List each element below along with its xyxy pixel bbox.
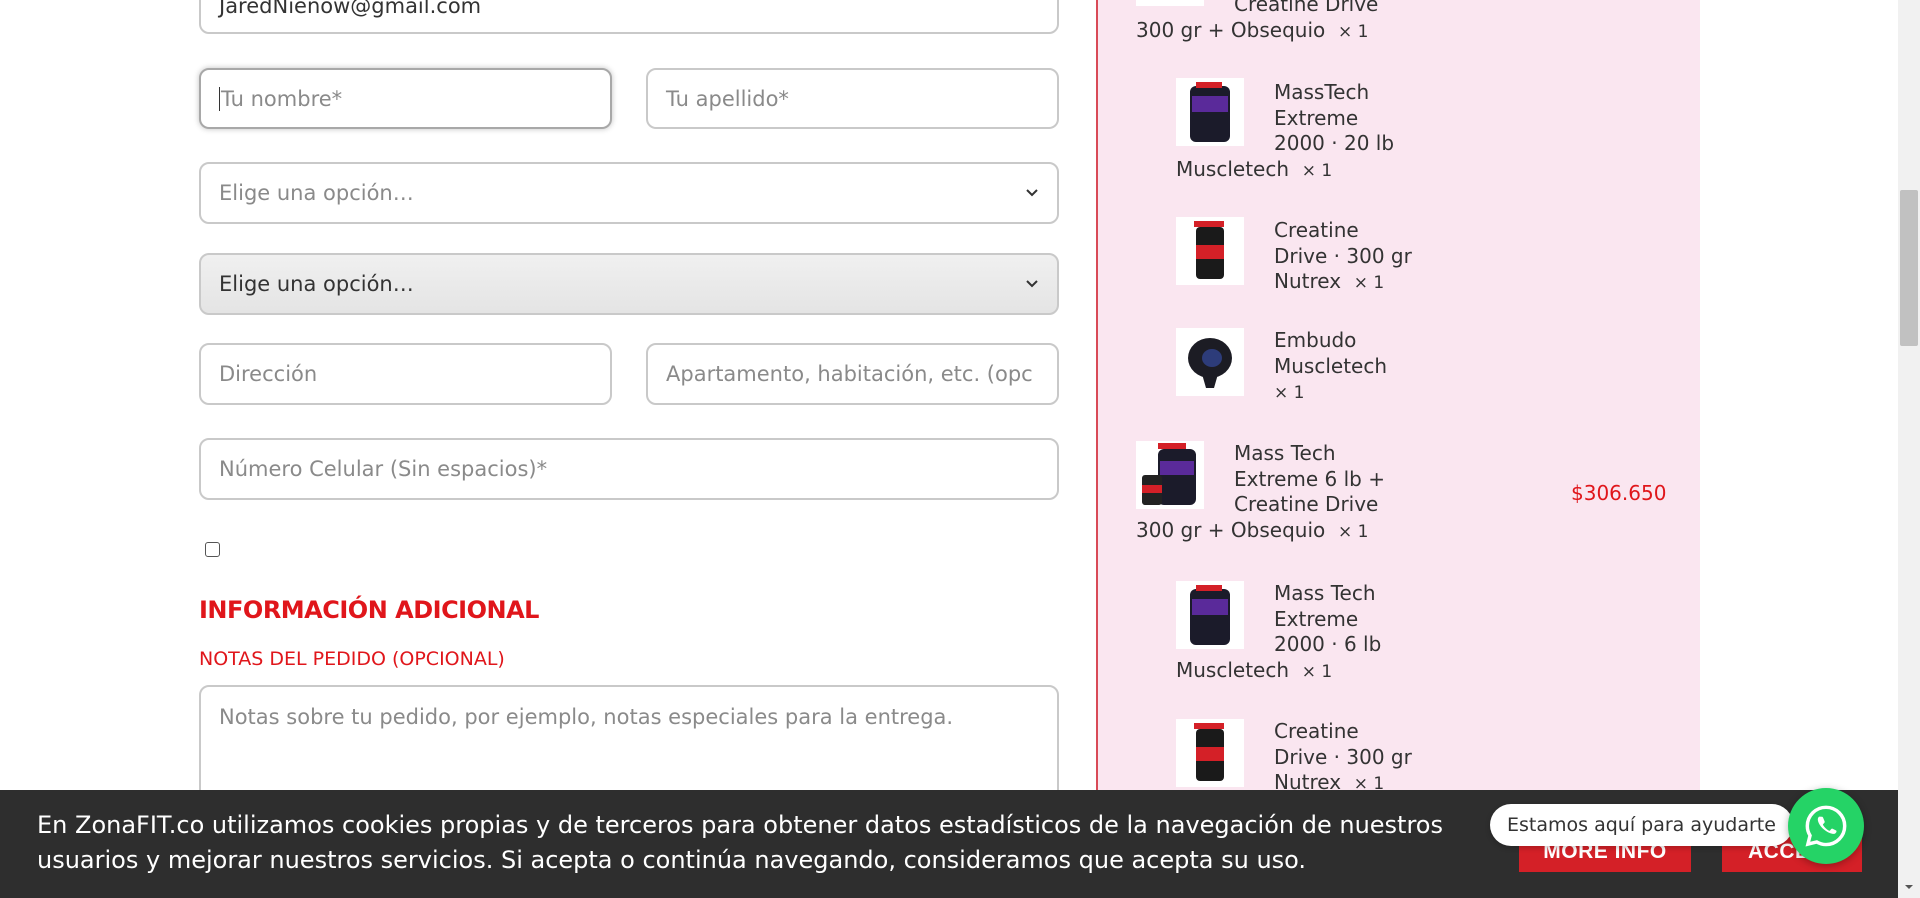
- item-qty: × 1: [1301, 661, 1333, 682]
- item-line: Drive · 300 gr: [1274, 243, 1412, 268]
- item-line: 300 gr + Obsequio: [1136, 517, 1326, 542]
- item-line: Mass Tech: [1274, 581, 1376, 605]
- item-line: Embudo: [1274, 328, 1357, 352]
- state-select[interactable]: Elige una opción…: [199, 253, 1059, 315]
- item-line: Muscletech: [1176, 156, 1290, 181]
- item-line: Extreme: [1274, 105, 1359, 130]
- item-qty: × 1: [1301, 160, 1333, 181]
- item-line: 2000 · 20 lb: [1274, 131, 1395, 155]
- scrollbar-thumb[interactable]: [1900, 190, 1918, 346]
- item-line: 2000 · 6 lb: [1274, 632, 1382, 656]
- whatsapp-bubble-text: Estamos aquí para ayudarte: [1507, 814, 1776, 836]
- item-line: Nutrex: [1274, 269, 1342, 293]
- last-name-field[interactable]: Tu apellido*: [646, 68, 1059, 129]
- order-item: Mass Tech Extreme 2000 · 6 lb Muscletech…: [1176, 581, 1436, 685]
- item-qty: × 1: [1274, 383, 1305, 403]
- cookie-message: En ZonaFIT.co utilizamos cookies propias…: [37, 811, 1443, 874]
- order-notes-placeholder: Notas sobre tu pedido, por ejemplo, nota…: [219, 705, 954, 729]
- last-name-placeholder: Tu apellido*: [666, 86, 789, 111]
- item-line: MassTech: [1274, 80, 1370, 104]
- order-item: Embudo Muscletech × 1: [1176, 328, 1436, 407]
- order-notes-label: NOTAS DEL PEDIDO (OPCIONAL): [199, 648, 505, 670]
- item-line: Mass Tech: [1234, 441, 1336, 465]
- order-item: Creatine Drive 300 gr + Obsequio × 1: [1136, 0, 1436, 45]
- whatsapp-help-bubble[interactable]: Estamos aquí para ayudarte: [1490, 804, 1793, 846]
- address2-field[interactable]: Apartamento, habitación, etc. (opc: [646, 343, 1059, 405]
- item-line: 300 gr + Obsequio: [1136, 17, 1326, 42]
- chevron-down-icon: [1026, 189, 1038, 197]
- email-value: JaredNienow@gmail.com: [219, 0, 482, 18]
- email-field[interactable]: JaredNienow@gmail.com: [199, 0, 1059, 34]
- checkbox[interactable]: [205, 542, 220, 557]
- address-placeholder: Dirección: [219, 362, 318, 386]
- address-field[interactable]: Dirección: [199, 343, 612, 405]
- scroll-down-arrow-icon[interactable]: [1902, 880, 1916, 894]
- select-value: Elige una opción…: [219, 272, 414, 296]
- item-line: Creatine: [1274, 218, 1359, 242]
- order-item: Mass Tech Extreme 6 lb + Creatine Drive …: [1136, 441, 1436, 545]
- chevron-down-icon: [1026, 280, 1038, 288]
- page-scrollbar[interactable]: [1898, 0, 1920, 898]
- item-qty: × 1: [1337, 21, 1369, 42]
- item-line: Drive · 300 gr: [1274, 744, 1412, 769]
- country-select[interactable]: Elige una opción…: [199, 162, 1059, 224]
- first-name-field[interactable]: Tu nombre*: [199, 68, 612, 129]
- phone-placeholder: Número Celular (Sin espacios)*: [219, 457, 548, 481]
- text-caret: [219, 86, 220, 111]
- item-line: Extreme: [1274, 606, 1359, 631]
- item-qty: × 1: [1353, 273, 1385, 293]
- item-line: Muscletech: [1176, 657, 1290, 682]
- item-price: $306.650: [1571, 481, 1667, 505]
- additional-info-heading: INFORMACIÓN ADICIONAL: [199, 596, 539, 624]
- order-item: Creatine Drive · 300 gr Nutrex × 1: [1176, 218, 1436, 297]
- order-item: MassTech Extreme 2000 · 20 lb Muscletech…: [1176, 80, 1436, 184]
- select-value: Elige una opción…: [219, 181, 414, 205]
- whatsapp-button[interactable]: [1788, 788, 1864, 864]
- phone-field[interactable]: Número Celular (Sin espacios)*: [199, 438, 1059, 500]
- item-line: Creatine: [1274, 719, 1359, 743]
- first-name-placeholder: Tu nombre*: [221, 86, 343, 111]
- item-line: Creatine Drive: [1234, 0, 1379, 16]
- item-line: Extreme 6 lb +: [1234, 466, 1385, 491]
- item-line: Creatine Drive: [1234, 492, 1379, 516]
- address2-placeholder: Apartamento, habitación, etc. (opc: [666, 362, 1033, 386]
- item-line: Muscletech: [1274, 353, 1388, 378]
- whatsapp-icon: [1805, 805, 1847, 847]
- order-item: Creatine Drive · 300 gr Nutrex × 1: [1176, 719, 1436, 798]
- item-qty: × 1: [1337, 521, 1369, 542]
